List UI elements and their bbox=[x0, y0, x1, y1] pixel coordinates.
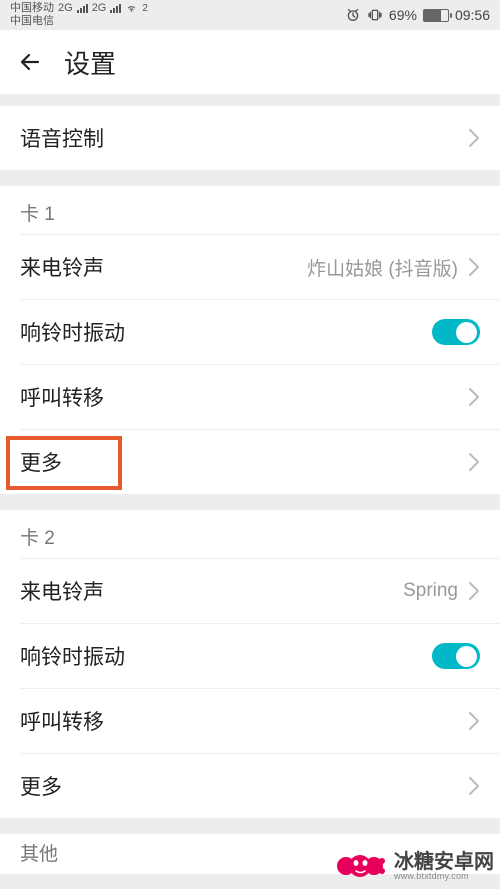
chevron-right-icon bbox=[468, 128, 480, 148]
vibrate-icon bbox=[367, 7, 383, 23]
card1-header: 卡 1 bbox=[0, 186, 500, 234]
signal-2-icon bbox=[110, 4, 121, 13]
app-bar: 设置 bbox=[0, 30, 500, 94]
card1-vibrate-toggle[interactable] bbox=[432, 319, 480, 345]
card2-ringtone-value: Spring bbox=[403, 580, 458, 602]
voice-control-row[interactable]: 语音控制 bbox=[0, 106, 500, 170]
network-2-label: 2G bbox=[92, 2, 107, 15]
card1-ringtone-value: 炸山姑娘 (抖音版) bbox=[307, 254, 458, 281]
card1-vibrate-label: 响铃时振动 bbox=[20, 317, 125, 347]
page-title: 设置 bbox=[64, 44, 116, 81]
card2-header: 卡 2 bbox=[0, 510, 500, 558]
carrier-1-label: 中国移动 bbox=[10, 2, 54, 15]
card1-more-label: 更多 bbox=[20, 447, 62, 477]
watermark-logo-icon bbox=[332, 849, 386, 883]
signal-1-icon bbox=[77, 4, 88, 13]
wifi-icon bbox=[125, 2, 138, 15]
wifi-sup: 2 bbox=[142, 2, 148, 15]
card2-more-label: 更多 bbox=[20, 771, 62, 801]
card2-header-label: 卡 2 bbox=[20, 523, 55, 550]
watermark: 冰糖安卓网 www.btxtdmy.com bbox=[332, 849, 494, 883]
network-1-label: 2G bbox=[58, 2, 73, 15]
card2-vibrate-row: 响铃时振动 bbox=[0, 624, 500, 688]
chevron-right-icon bbox=[468, 581, 480, 601]
chevron-right-icon bbox=[468, 711, 480, 731]
watermark-cn: 冰糖安卓网 bbox=[394, 852, 494, 872]
card1-more-row[interactable]: 更多 bbox=[0, 430, 500, 494]
card1-vibrate-row: 响铃时振动 bbox=[0, 300, 500, 364]
card2-forward-label: 呼叫转移 bbox=[20, 706, 104, 736]
card1-forward-row[interactable]: 呼叫转移 bbox=[0, 365, 500, 429]
card1-ringtone-row[interactable]: 来电铃声 炸山姑娘 (抖音版) bbox=[0, 235, 500, 299]
card1-ringtone-label: 来电铃声 bbox=[20, 252, 104, 282]
status-bar: 中国移动 2G 2G 2 中国电信 69% 09:56 bbox=[0, 0, 500, 30]
time-label: 09:56 bbox=[455, 7, 490, 23]
status-right: 69% 09:56 bbox=[345, 7, 490, 23]
card1-forward-label: 呼叫转移 bbox=[20, 382, 104, 412]
card2-more-row[interactable]: 更多 bbox=[0, 754, 500, 818]
watermark-en: www.btxtdmy.com bbox=[394, 872, 494, 881]
status-left: 中国移动 2G 2G 2 中国电信 bbox=[10, 2, 148, 28]
chevron-right-icon bbox=[468, 257, 480, 277]
voice-control-label: 语音控制 bbox=[20, 123, 104, 153]
card2-ringtone-label: 来电铃声 bbox=[20, 576, 104, 606]
battery-pct-label: 69% bbox=[389, 7, 417, 23]
card2-forward-row[interactable]: 呼叫转移 bbox=[0, 689, 500, 753]
card2-vibrate-toggle[interactable] bbox=[432, 643, 480, 669]
card1-header-label: 卡 1 bbox=[20, 199, 55, 226]
back-icon[interactable] bbox=[18, 50, 42, 74]
other-header-label: 其他 bbox=[20, 839, 58, 866]
chevron-right-icon bbox=[468, 387, 480, 407]
alarm-icon bbox=[345, 7, 361, 23]
battery-icon bbox=[423, 9, 449, 22]
chevron-right-icon bbox=[468, 776, 480, 796]
carrier-2-label: 中国电信 bbox=[10, 15, 54, 28]
card2-ringtone-row[interactable]: 来电铃声 Spring bbox=[0, 559, 500, 623]
card2-vibrate-label: 响铃时振动 bbox=[20, 641, 125, 671]
chevron-right-icon bbox=[468, 452, 480, 472]
